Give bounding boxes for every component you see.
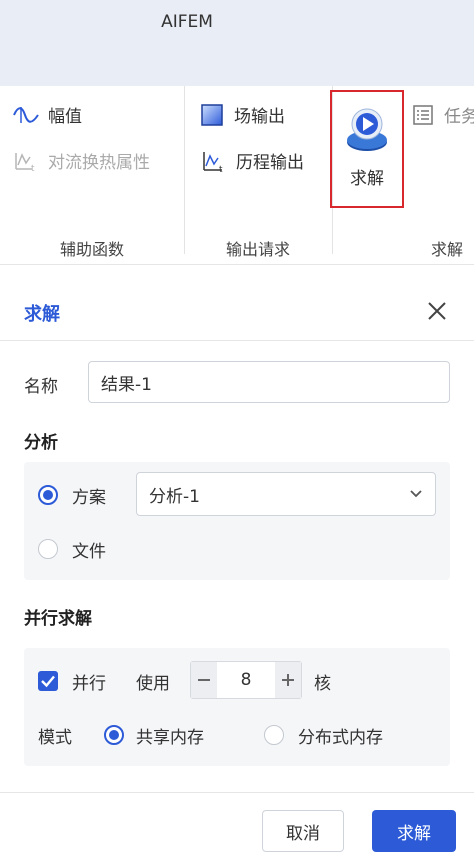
increment-button[interactable] [275,662,301,698]
distributed-memory-radio[interactable] [264,725,284,745]
checkmark-icon [41,675,55,688]
decrement-button[interactable] [191,662,217,698]
plus-icon [282,674,294,686]
analysis-section-title: 分析 [24,433,58,453]
cores-value[interactable]: 8 [217,662,275,698]
cancel-button[interactable]: 取消 [262,810,344,852]
use-label: 使用 [136,674,170,694]
cores-stepper[interactable]: 8 [190,661,302,699]
analysis-panel: 方案 分析-1 文件 [24,462,450,580]
cores-unit-label: 核 [314,674,331,694]
svg-text:t: t [31,164,35,173]
shared-memory-label: 共享内存 [136,728,204,748]
minus-icon [198,679,210,681]
task-list-icon [413,104,433,125]
scheme-select-value: 分析-1 [149,486,200,507]
history-output-label: 历程输出 [236,153,304,173]
history-output-button[interactable]: t 历程输出 [200,148,304,173]
chevron-down-icon [410,490,422,498]
distributed-memory-label: 分布式内存 [298,728,383,748]
close-icon[interactable] [426,300,448,322]
name-label: 名称 [24,377,58,397]
dialog-title: 求解 [24,304,60,325]
field-output-button[interactable]: 场输出 [200,102,285,127]
task-button[interactable]: 任务 [412,102,474,127]
amplitude-label: 幅值 [48,107,82,127]
file-radio[interactable] [38,539,58,559]
convection-label: 对流换热属性 [48,153,150,173]
task-label: 任务 [444,107,474,127]
ribbon: 幅值 t 对流换热属性 辅助函数 场输出 t 历程输出 输出请求 求解 任务 求… [0,86,474,265]
scheme-label: 方案 [72,488,106,508]
app-title: AIFEM [161,12,213,32]
field-output-icon [201,103,223,126]
solve-icon [347,108,387,151]
parallel-panel: 并行 使用 8 核 模式 共享内存 分布式内存 [24,648,450,766]
group-label-solve: 求解 [430,240,463,259]
parallel-label: 并行 [72,674,106,694]
name-input[interactable] [88,361,450,403]
solve-ribbon-label: 求解 [350,169,384,189]
scheme-select[interactable]: 分析-1 [136,472,436,516]
mode-label: 模式 [38,728,72,748]
convection-property-button[interactable]: t 对流换热属性 [12,148,150,173]
parallel-section-title: 并行求解 [24,609,92,629]
title-bar: AIFEM [0,0,474,86]
solve-dialog: 求解 名称 分析 方案 分析-1 文件 并行求解 并行 使用 [0,284,474,859]
shared-memory-radio[interactable] [104,725,124,745]
convection-icon: t [15,152,35,173]
svg-text:t: t [219,165,223,173]
footer-divider [0,792,474,793]
file-label: 文件 [72,542,106,562]
solve-button[interactable]: 求解 [372,810,456,852]
solve-ribbon-button[interactable]: 求解 [330,90,404,208]
history-output-icon: t [203,151,223,173]
parallel-checkbox[interactable] [38,671,58,691]
group-label-output: 输出请求 [225,240,290,259]
amplitude-icon [13,106,39,123]
ribbon-divider [184,86,185,254]
scheme-radio[interactable] [38,485,58,505]
group-label-helper: 辅助函数 [59,240,124,259]
amplitude-button[interactable]: 幅值 [12,102,82,127]
field-output-label: 场输出 [234,107,285,127]
dialog-header: 求解 [0,284,474,341]
